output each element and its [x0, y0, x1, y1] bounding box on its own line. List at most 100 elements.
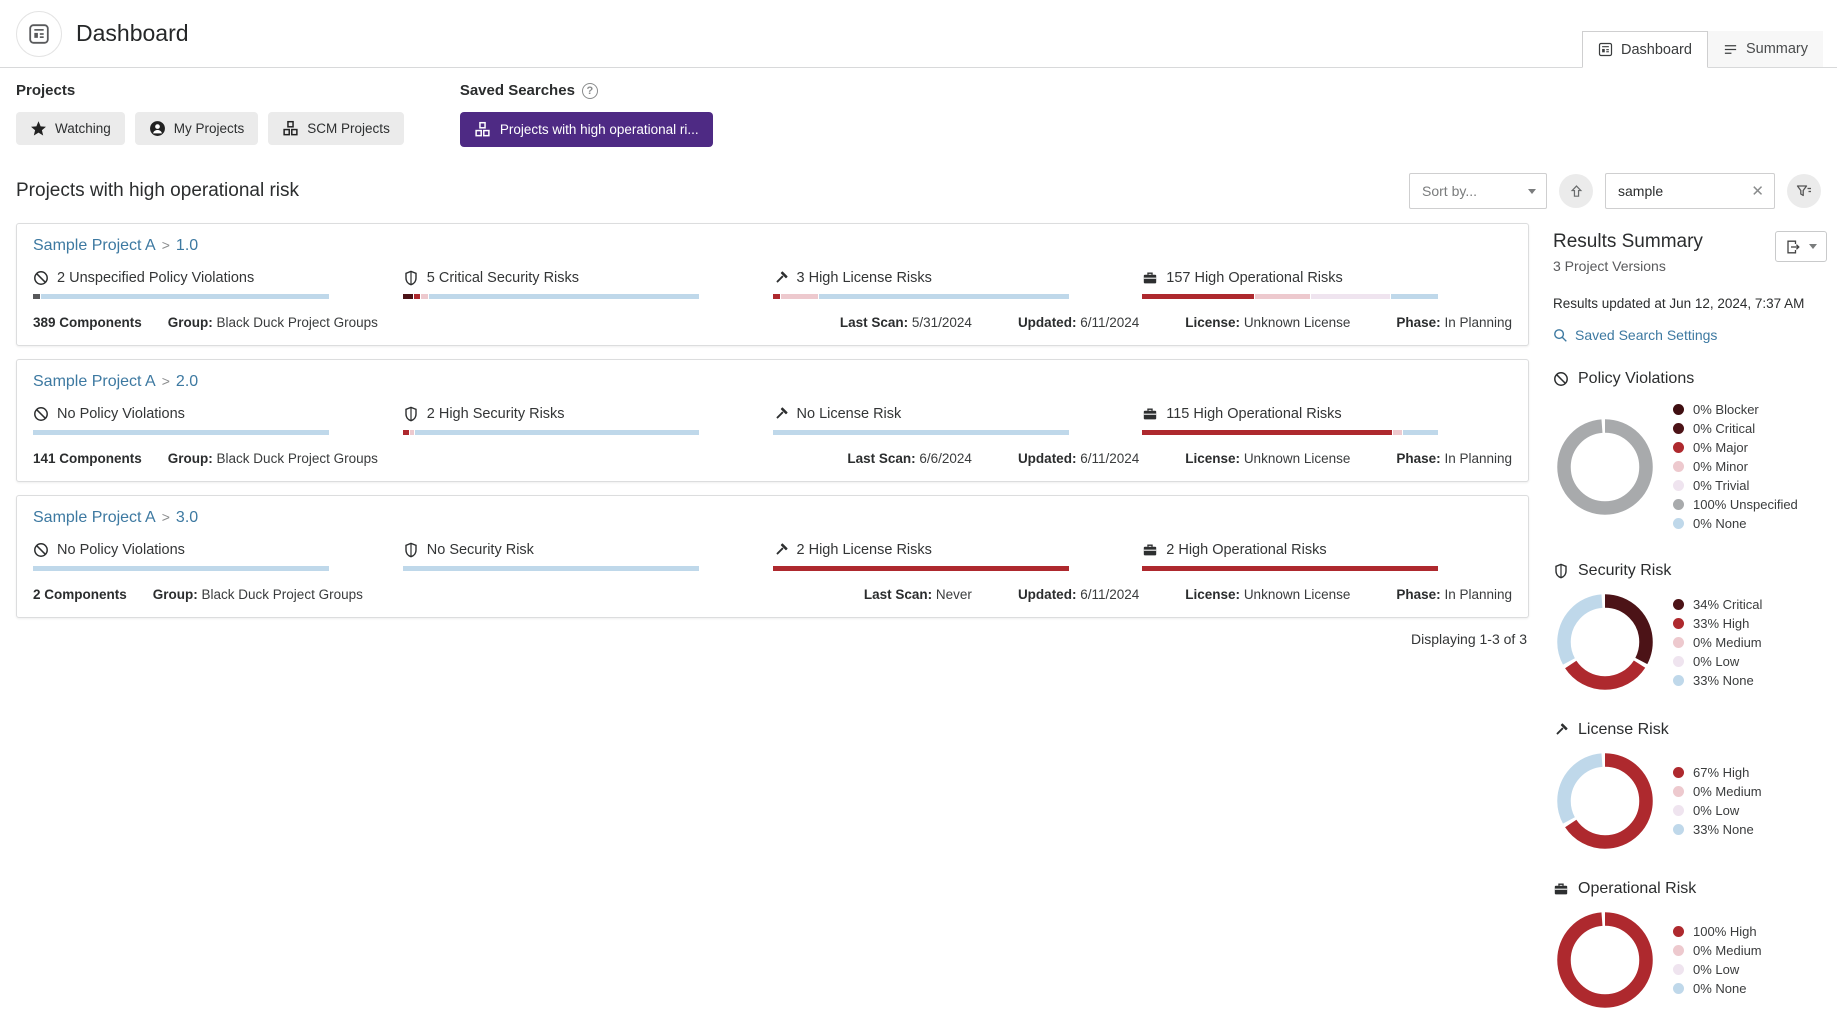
legend-label: 0% Medium: [1693, 635, 1762, 650]
legend-item: 67% High: [1673, 765, 1762, 780]
legend-item: 0% Blocker: [1673, 402, 1798, 417]
main-content: Sample Project A >1.0 2 Unspecified Polic…: [0, 223, 1837, 1012]
legend-dot: [1673, 983, 1684, 994]
components-count: 389 Components: [33, 315, 142, 330]
tab-summary[interactable]: Summary: [1708, 31, 1823, 68]
risk-cell: 115 High Operational Risks: [1142, 406, 1512, 435]
project-link[interactable]: Sample Project A: [33, 373, 156, 390]
legend-item: 0% Medium: [1673, 943, 1762, 958]
listing-title: Projects with high operational risk: [16, 180, 299, 202]
listing-controls: Sort by... ✕: [1409, 173, 1821, 209]
risk-bar-segment: [33, 566, 329, 571]
sort-by-select[interactable]: Sort by...: [1409, 173, 1547, 209]
sort-direction-button[interactable]: [1559, 174, 1593, 208]
version-link[interactable]: 3.0: [176, 509, 198, 526]
risk-bar-segment: [33, 430, 329, 435]
version-link[interactable]: 1.0: [176, 237, 198, 254]
risk-bar: [773, 566, 1069, 571]
risk-cell: No Security Risk: [403, 542, 773, 571]
legend-label: 0% None: [1693, 516, 1746, 531]
donut-legend: 34% Critical 33% High 0% Medium 0% Low 3…: [1673, 593, 1762, 692]
legend-item: 0% Medium: [1673, 784, 1762, 799]
risk-bar: [403, 294, 699, 299]
help-icon[interactable]: ?: [582, 83, 598, 99]
legend-dot: [1673, 404, 1684, 415]
legend-label: 0% Blocker: [1693, 402, 1759, 417]
project-versions-count: 3 Project Versions: [1553, 258, 1703, 274]
breadcrumb-separator: >: [162, 373, 170, 389]
no-entry-icon: [1553, 371, 1569, 387]
components-count: 2 Components: [33, 587, 127, 602]
project-link[interactable]: Sample Project A: [33, 237, 156, 254]
briefcase-icon: [1553, 881, 1569, 897]
risk-cell: 157 High Operational Risks: [1142, 270, 1512, 299]
search-box: ✕: [1605, 173, 1775, 209]
risk-bar-segment: [403, 430, 409, 435]
my-projects-button[interactable]: My Projects: [135, 112, 259, 145]
gavel-icon: [773, 270, 789, 286]
security-risk-donut-chart: [1553, 590, 1657, 694]
project-card: Sample Project A>3.0 No Policy Violation…: [16, 495, 1529, 618]
risk-bar-segment: [773, 430, 1069, 435]
updated-field: Updated: 6/11/2024: [1018, 587, 1139, 602]
legend-dot: [1673, 518, 1684, 529]
legend-item: 33% None: [1673, 673, 1762, 688]
legend-item: 0% Trivial: [1673, 478, 1798, 493]
tab-dashboard[interactable]: Dashboard: [1582, 31, 1708, 68]
legend-dot: [1673, 599, 1684, 610]
scm-projects-button[interactable]: SCM Projects: [268, 112, 404, 145]
projects-group: Projects Watching My Projects SCM Projects: [16, 82, 404, 147]
risk-bar-segment: [1142, 430, 1392, 435]
legend-item: 0% Low: [1673, 962, 1762, 977]
clear-search-icon[interactable]: ✕: [1751, 184, 1764, 199]
license-field: License: Unknown License: [1185, 587, 1350, 602]
saved-searches-group: Saved Searches ? Projects with high oper…: [460, 82, 713, 147]
watching-button[interactable]: Watching: [16, 112, 125, 145]
risk-bar: [403, 566, 699, 571]
filter-button[interactable]: [1787, 174, 1821, 208]
donut-legend: 0% Blocker 0% Critical 0% Major 0% Minor…: [1673, 398, 1798, 535]
saved-search-button[interactable]: Projects with high operational ri...: [460, 112, 713, 147]
projects-label: Projects: [16, 82, 404, 99]
risk-cell: 2 Unspecified Policy Violations: [33, 270, 403, 299]
legend-item: 0% None: [1673, 981, 1762, 996]
legend-item: 100% High: [1673, 924, 1762, 939]
risk-bar-segment: [819, 294, 1069, 299]
legend-label: 0% Low: [1693, 654, 1739, 669]
risk-bar: [33, 566, 329, 571]
legend-dot: [1673, 964, 1684, 975]
cubes-icon: [282, 120, 299, 137]
legend-label: 0% None: [1693, 981, 1746, 996]
risk-cell: No Policy Violations: [33, 406, 403, 435]
breadcrumb-separator: >: [162, 509, 170, 525]
legend-item: 0% Low: [1673, 803, 1762, 818]
risk-bar-segment: [773, 294, 780, 299]
operational-risk-donut-chart: [1553, 908, 1657, 1012]
export-icon: [1785, 239, 1801, 255]
version-link[interactable]: 2.0: [176, 373, 198, 390]
star-icon: [30, 120, 47, 137]
legend-dot: [1673, 926, 1684, 937]
risk-bar: [33, 294, 329, 299]
group-field: Group: Black Duck Project Groups: [168, 451, 378, 466]
gavel-icon: [773, 542, 789, 558]
risk-bar-segment: [773, 566, 1069, 571]
search-input[interactable]: [1618, 183, 1743, 199]
project-link[interactable]: Sample Project A: [33, 509, 156, 526]
operational-risk-section: Operational Risk 100% High 0% Medium 0% …: [1553, 880, 1827, 1012]
saved-search-settings-link[interactable]: Saved Search Settings: [1553, 327, 1827, 343]
risk-bar-segment: [33, 294, 40, 299]
project-buttons: Watching My Projects SCM Projects: [16, 112, 404, 145]
donut-legend: 100% High 0% Medium 0% Low 0% None: [1673, 920, 1762, 1000]
legend-label: 33% High: [1693, 616, 1749, 631]
search-icon: [1553, 328, 1568, 343]
risk-bar-segment: [1393, 430, 1402, 435]
phase-field: Phase: In Planning: [1396, 451, 1512, 466]
export-button[interactable]: [1775, 231, 1827, 262]
legend-item: 0% Critical: [1673, 421, 1798, 436]
legend-item: 0% Medium: [1673, 635, 1762, 650]
page-title: Dashboard: [76, 20, 189, 47]
shield-icon: [403, 542, 419, 558]
displaying-count: Displaying 1-3 of 3: [16, 631, 1529, 647]
list-icon: [1723, 42, 1738, 57]
